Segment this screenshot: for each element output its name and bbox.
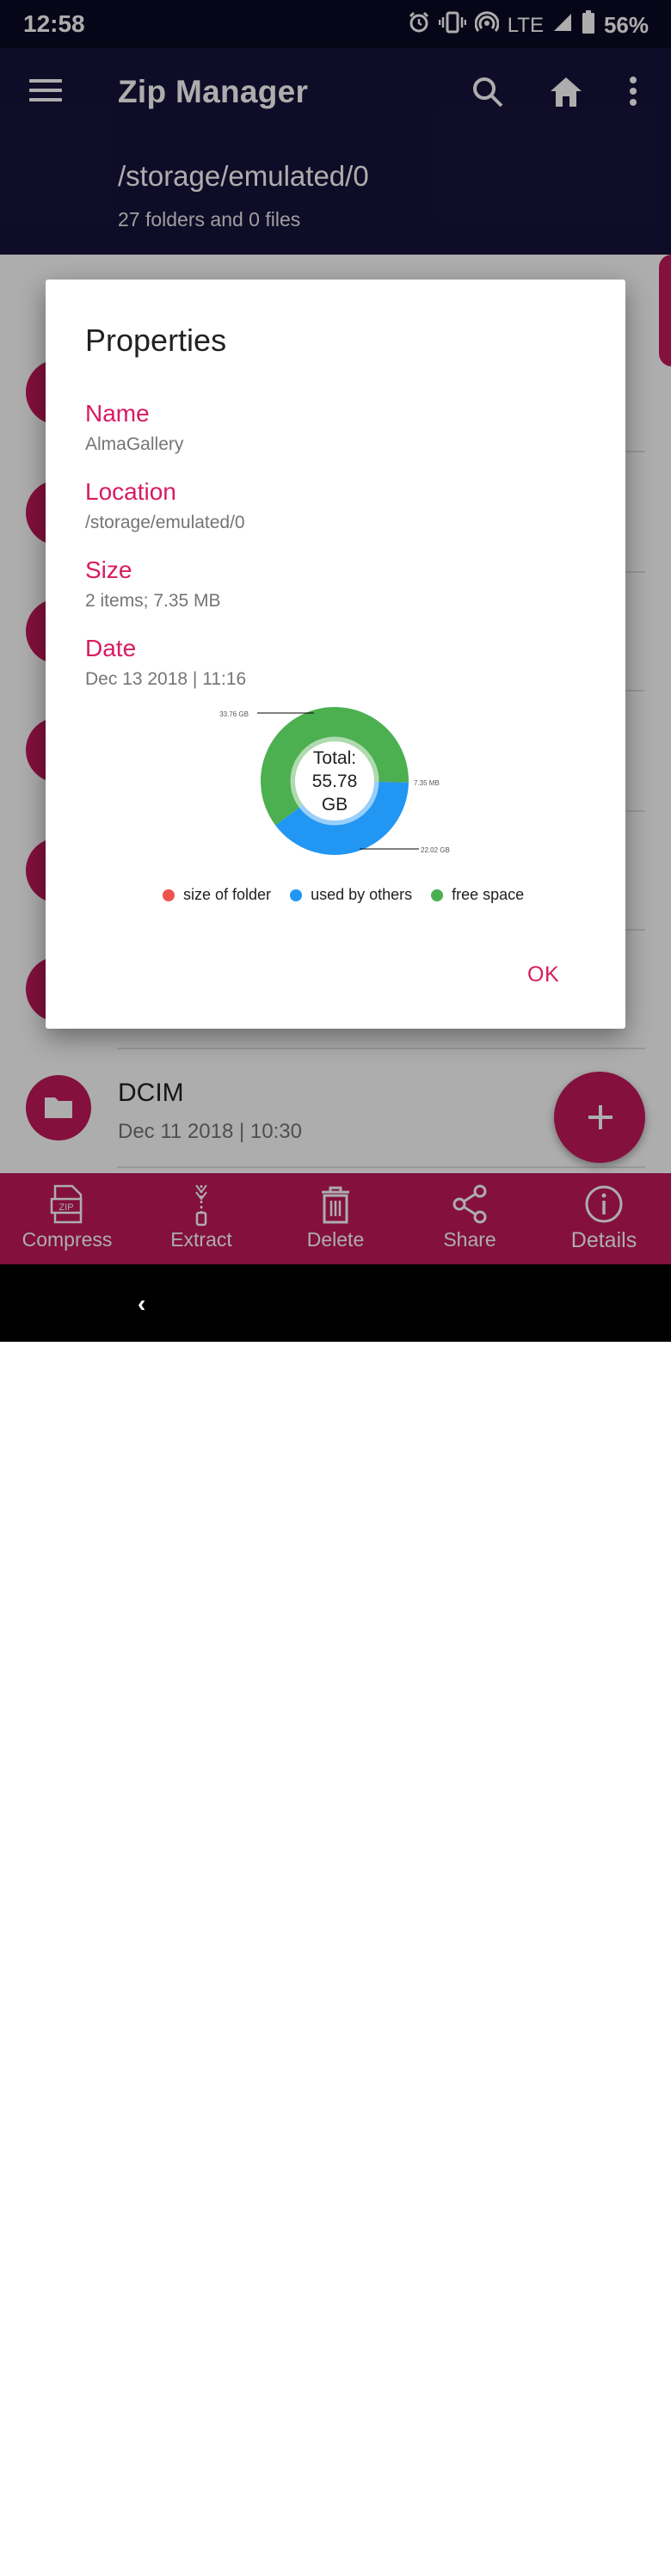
location-label: Location	[85, 478, 176, 505]
properties-dialog: Properties Name AlmaGallery Location /st…	[46, 280, 625, 1029]
name-label: Name	[85, 400, 150, 427]
date-value: Dec 13 2018 | 11:16	[85, 669, 247, 689]
legend-item: size of folder	[163, 886, 271, 904]
location-value: /storage/emulated/0	[85, 513, 245, 532]
legend-swatch-others	[290, 888, 303, 901]
slice-value-label: 22.02 GB	[421, 846, 450, 854]
legend-label: used by others	[311, 886, 413, 903]
name-value: AlmaGallery	[85, 434, 184, 454]
chart-legend: size of folder used by others free space	[163, 886, 543, 904]
center-total-label: GB	[322, 795, 348, 815]
size-value: 2 items; 7.35 MB	[85, 591, 221, 611]
legend-swatch-free	[431, 888, 444, 901]
storage-donut-chart: 7.35 MB 22.02 GB 33.76 GB Total: 55.78 GB	[219, 707, 450, 855]
legend-label: size of folder	[183, 886, 272, 903]
date-label: Date	[85, 635, 137, 661]
navigation-bar: ‹	[0, 1264, 671, 2576]
legend-swatch-folder	[163, 888, 175, 901]
slice-value-label: 33.76 GB	[219, 710, 249, 718]
size-label: Size	[85, 556, 132, 583]
dialog-title: Properties	[85, 323, 227, 358]
back-icon[interactable]: ‹	[138, 1290, 145, 1318]
center-total-label: 55.78	[312, 772, 358, 791]
legend-item: used by others	[290, 886, 412, 904]
ok-button[interactable]: OK	[527, 962, 559, 987]
center-total-label: Total:	[313, 748, 356, 768]
home-pill-icon[interactable]	[312, 2557, 359, 2576]
legend-label: free space	[452, 886, 525, 903]
slice-value-label: 7.35 MB	[414, 779, 440, 787]
legend-item: free space	[431, 886, 524, 904]
